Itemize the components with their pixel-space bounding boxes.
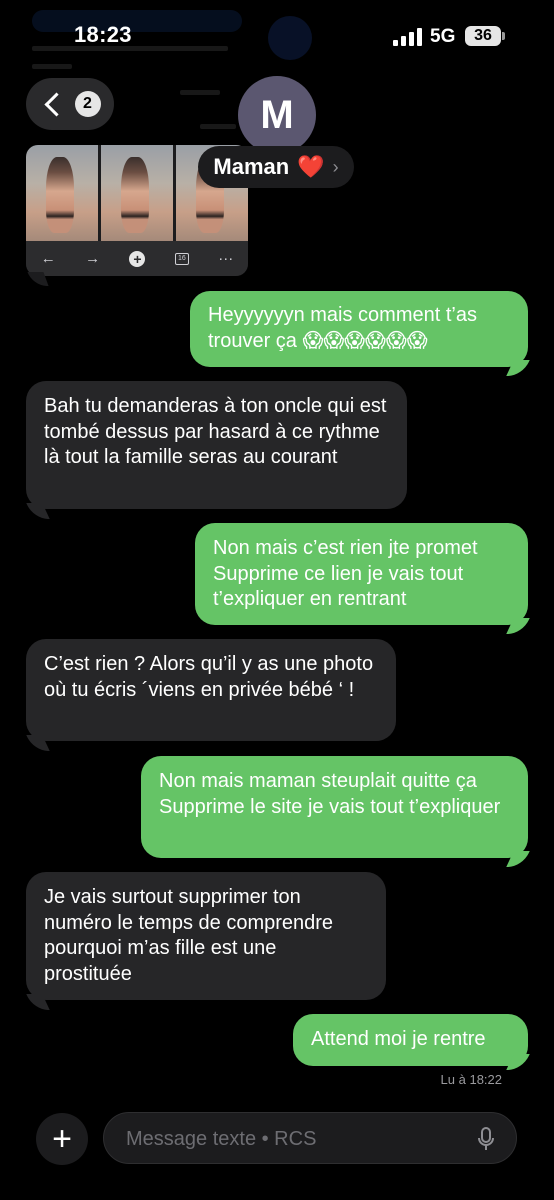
forward-arrow-icon: → <box>85 250 101 267</box>
browser-toolbar: ← → + 16 ··· <box>26 241 248 276</box>
add-attachment-button[interactable]: + <box>36 1113 88 1165</box>
message-sent[interactable]: Non mais c’est rien jte promet Supprime … <box>195 523 528 625</box>
message-sent[interactable]: Non mais maman steuplait quitte ça Suppr… <box>141 756 528 858</box>
battery-tip <box>502 32 505 40</box>
network-type: 5G <box>430 26 456 47</box>
message-text: Bah tu demanderas à ton oncle qui est to… <box>44 395 387 468</box>
message-field[interactable] <box>103 1112 517 1165</box>
message-text: C’est rien ? Alors qu’il y as une photo … <box>44 653 374 701</box>
new-tab-icon: + <box>129 250 146 267</box>
message-text: Attend moi je rentre <box>311 1028 486 1050</box>
unread-count-badge: 2 <box>74 91 101 117</box>
photo-thumbnail <box>26 145 98 241</box>
tabs-count-icon: 16 <box>174 252 189 265</box>
contact-name-pill[interactable]: Maman ❤️ › <box>198 146 354 188</box>
message-sent[interactable]: Heyyyyyyn mais comment t’as trouver ça 😱… <box>190 291 528 367</box>
read-receipt: Lu à 18:22 <box>440 1072 502 1087</box>
message-text: Non mais maman steuplait quitte ça Suppr… <box>159 770 501 818</box>
heart-emoji: ❤️ <box>297 154 325 179</box>
battery-icon: 36 <box>465 26 501 46</box>
message-sent[interactable]: Attend moi je rentre <box>293 1014 528 1066</box>
status-time: 18:23 <box>74 22 132 47</box>
chevron-left-icon <box>43 91 69 117</box>
message-received[interactable]: Bah tu demanderas à ton oncle qui est to… <box>26 381 407 509</box>
photo-thumbnail <box>101 145 173 241</box>
message-text: Heyyyyyyn mais comment t’as trouver ça 😱… <box>208 304 477 352</box>
contact-avatar[interactable]: M <box>238 76 316 154</box>
contact-name: Maman <box>213 154 290 179</box>
cellular-signal-icon <box>393 28 423 46</box>
message-input[interactable] <box>124 1113 468 1165</box>
message-received[interactable]: Je vais surtout supprimer ton numéro le … <box>26 872 386 1000</box>
message-received[interactable]: C’est rien ? Alors qu’il y as une photo … <box>26 639 396 741</box>
message-text: Non mais c’est rien jte promet Supprime … <box>213 537 478 610</box>
message-text: Je vais surtout supprimer ton numéro le … <box>44 886 334 985</box>
back-button[interactable]: 2 <box>26 78 114 130</box>
more-icon: ··· <box>218 250 234 267</box>
chevron-right-icon: › <box>332 156 339 177</box>
plus-icon: + <box>52 1119 72 1158</box>
microphone-icon[interactable] <box>476 1127 496 1151</box>
back-arrow-icon: ← <box>40 250 56 267</box>
